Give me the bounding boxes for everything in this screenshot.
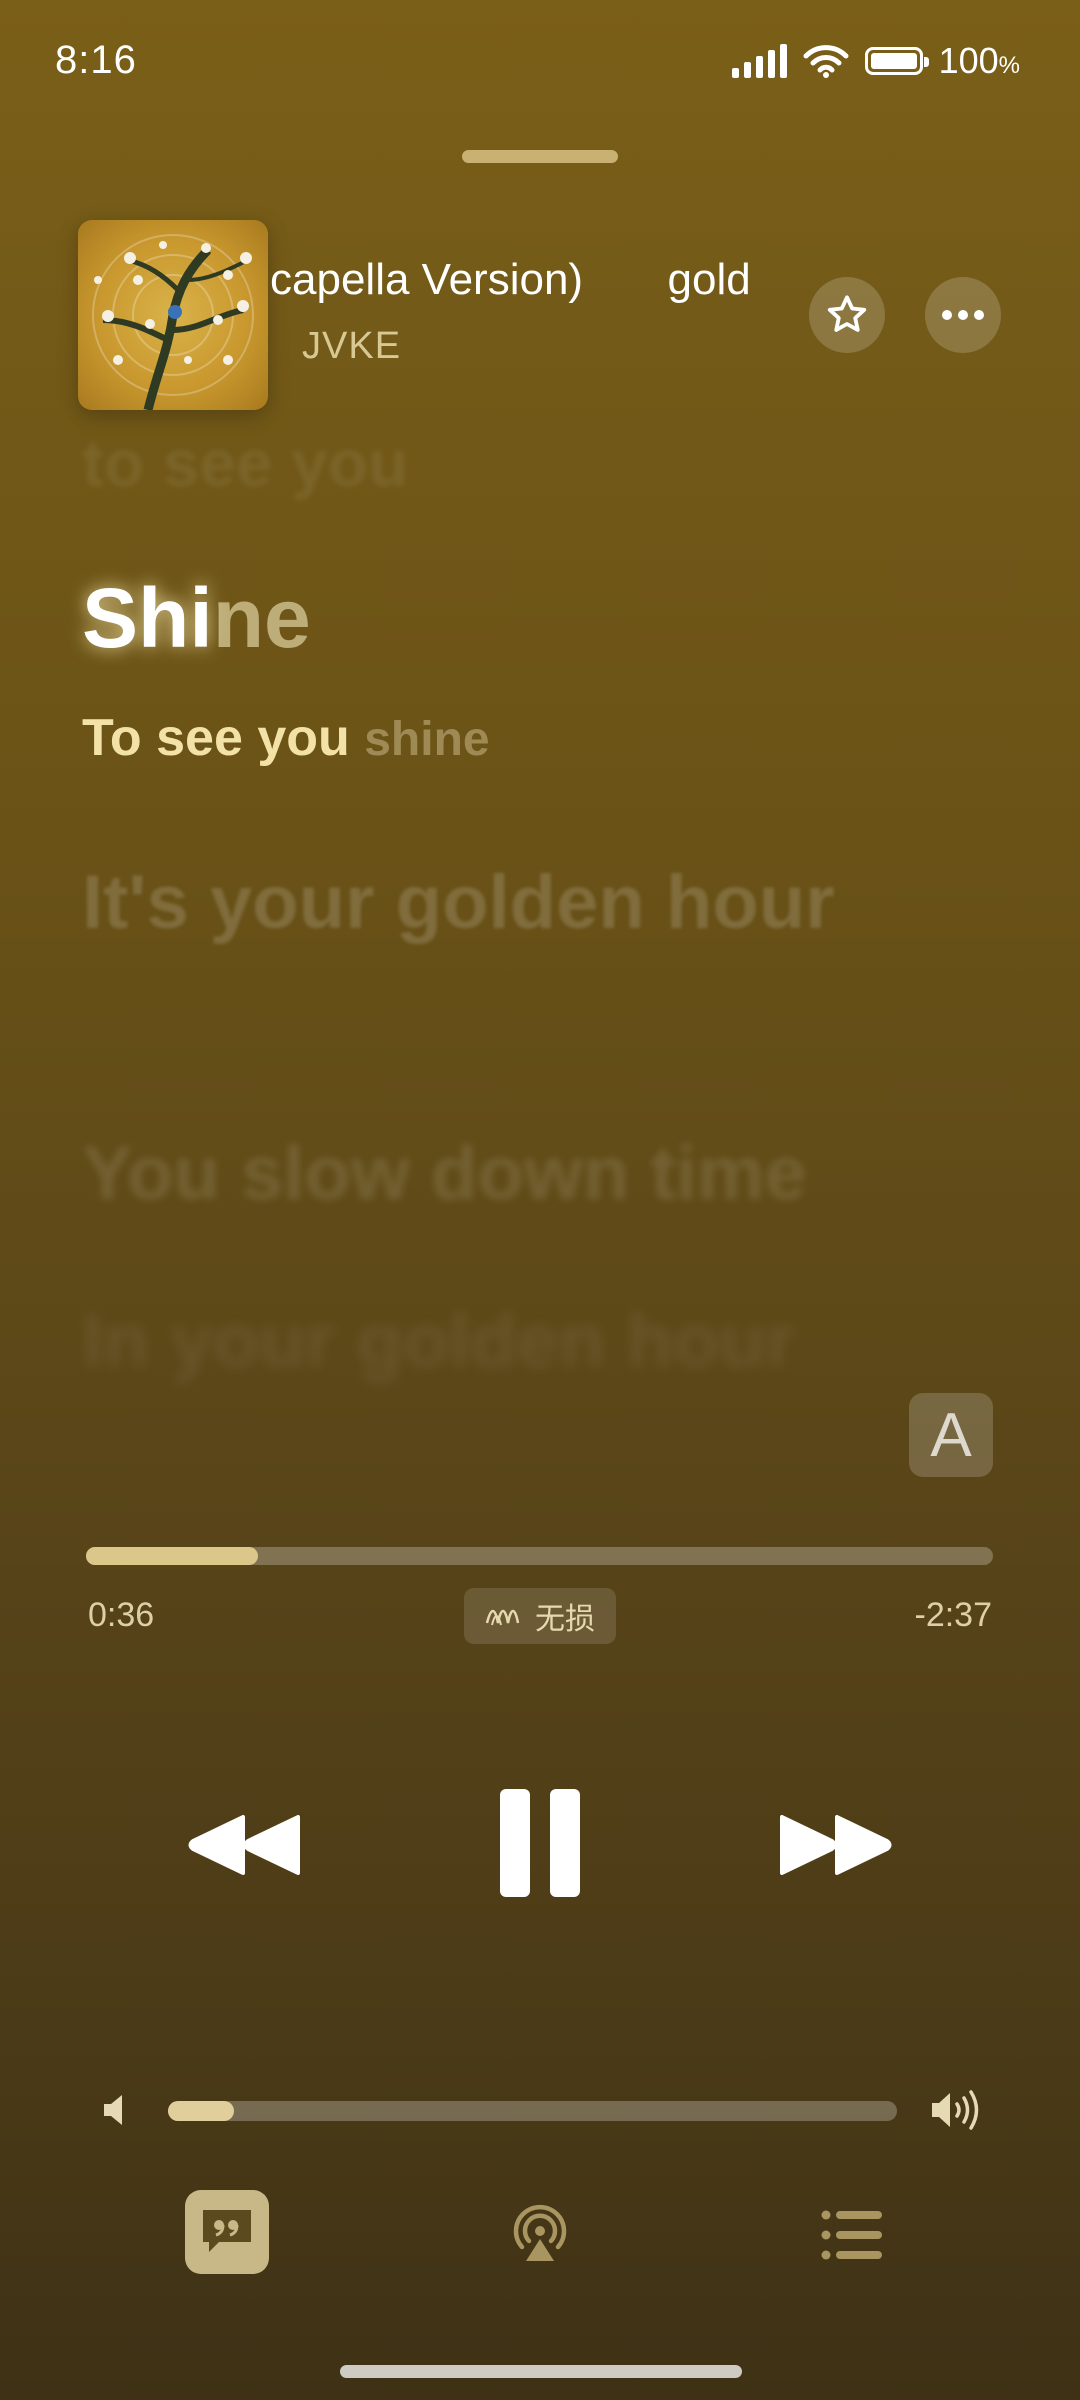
- lyric-next-1[interactable]: It's your golden hour: [82, 850, 842, 956]
- lossless-badge[interactable]: 无损: [464, 1588, 616, 1644]
- rewind-icon: [188, 1815, 300, 1875]
- lyric-current-rest: ne: [212, 571, 311, 665]
- wifi-icon: [803, 45, 849, 78]
- volume-low-icon: [102, 2092, 132, 2133]
- rewind-button[interactable]: [180, 1800, 310, 1890]
- remaining-time: -2:37: [914, 1596, 993, 1634]
- lossless-label: 无损: [535, 1603, 595, 1636]
- home-indicator[interactable]: [340, 2365, 742, 2378]
- song-title-marquee: capella Version) gold: [270, 255, 790, 325]
- album-cover[interactable]: [78, 220, 268, 410]
- lyric-current[interactable]: Shine: [82, 570, 311, 667]
- queue-list-icon: [821, 2210, 882, 2260]
- song-title-next: gold: [667, 255, 751, 304]
- battery-percentage: 100%: [938, 40, 1020, 81]
- elapsed-time: 0:36: [88, 1596, 155, 1634]
- airplay-button[interactable]: [500, 2195, 580, 2275]
- playback-progress-fill: [86, 1547, 259, 1565]
- lyric-background-vocal: To see you shine: [82, 708, 490, 768]
- signal-icon: [731, 44, 787, 78]
- sheet-grabber[interactable]: [462, 150, 618, 163]
- lyric-previous[interactable]: to see you: [82, 425, 408, 501]
- pause-icon: [500, 1789, 580, 1897]
- volume-level: [168, 2101, 234, 2121]
- lossless-icon: [485, 1609, 520, 1626]
- lyric-next-3[interactable]: In your golden hour: [82, 1298, 796, 1385]
- favorite-button[interactable]: [809, 277, 885, 353]
- star-icon: [827, 295, 867, 332]
- artist-name[interactable]: JVKE: [302, 325, 401, 368]
- lyric-next-2[interactable]: You slow down time: [82, 1130, 807, 1217]
- fast-forward-button[interactable]: [770, 1800, 900, 1890]
- playback-progress-bar[interactable]: [86, 1547, 993, 1565]
- more-icon: [942, 310, 984, 320]
- song-title: capella Version): [270, 255, 584, 304]
- lyrics-button[interactable]: [185, 2190, 269, 2274]
- lyric-sub-rest: shine: [364, 713, 490, 766]
- lyric-current-sung: Shi: [82, 571, 213, 665]
- lyric-sub-sung: To see you: [82, 709, 350, 767]
- pause-button[interactable]: [490, 1785, 590, 1901]
- translate-label: A: [930, 1400, 972, 1470]
- queue-button[interactable]: [812, 2195, 892, 2275]
- fast-forward-icon: [780, 1815, 892, 1875]
- translate-button[interactable]: A: [909, 1393, 993, 1477]
- volume-slider[interactable]: [168, 2101, 897, 2121]
- more-button[interactable]: [925, 277, 1001, 353]
- lyrics-quote-icon: [203, 2210, 251, 2252]
- volume-high-icon: [930, 2088, 986, 2137]
- status-time: 8:16: [55, 38, 137, 82]
- battery-icon: [864, 47, 929, 75]
- status-icons: 100%: [731, 40, 1020, 82]
- airplay-icon: [513, 2204, 567, 2261]
